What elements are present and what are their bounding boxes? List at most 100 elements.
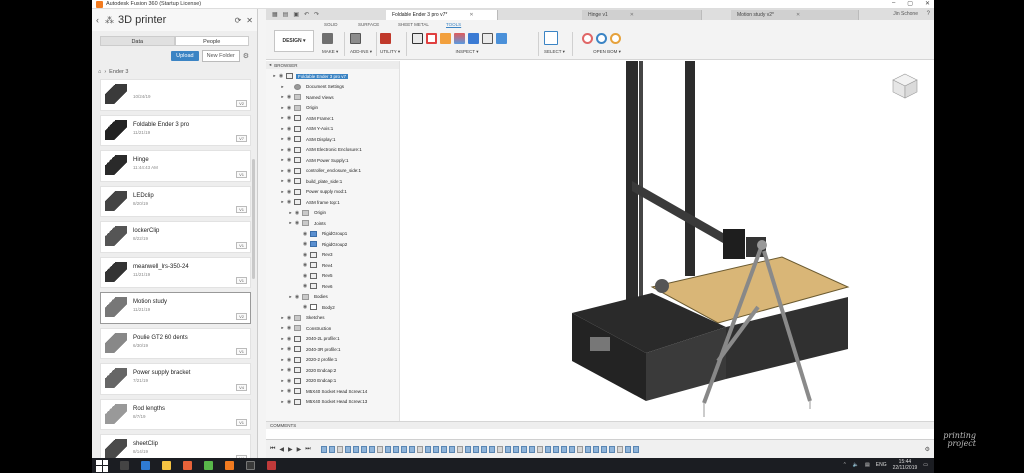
browser-node[interactable]: ◉ RigidGroup1 xyxy=(296,229,349,240)
browser-node[interactable]: ◉ Rev6 xyxy=(296,281,335,292)
visibility-eye-icon[interactable]: ◉ xyxy=(285,136,293,142)
workspace-switcher[interactable]: DESIGN ▾ xyxy=(274,30,314,52)
undo-icon[interactable]: ↶ xyxy=(304,11,309,18)
visibility-eye-icon[interactable]: ◉ xyxy=(293,210,301,216)
visibility-eye-icon[interactable]: ◉ xyxy=(285,115,293,121)
browser-node[interactable]: ▸ ◉ Joints xyxy=(288,218,328,229)
tab-solid[interactable]: SOLID xyxy=(324,22,338,27)
timeline-feature[interactable] xyxy=(608,445,615,453)
measure-icon[interactable] xyxy=(412,32,423,44)
gear-icon[interactable]: ⚙ xyxy=(243,52,249,60)
browser-node[interactable]: ▸ ◉ ASM Display:1 xyxy=(280,134,338,145)
addins-group[interactable]: ADD-INS ▾ xyxy=(350,30,372,58)
file-card[interactable]: Hinge 11:44:43 AM V1 xyxy=(100,150,251,182)
comments-panel[interactable]: COMMENTS xyxy=(266,421,934,429)
visibility-eye-icon[interactable]: ◉ xyxy=(285,199,293,205)
timeline-feature[interactable] xyxy=(376,445,383,453)
version-badge[interactable]: V4 xyxy=(236,383,247,391)
timeline-settings-icon[interactable]: ⚙ xyxy=(925,446,930,453)
breadcrumb-folder[interactable]: Ender 3 xyxy=(109,69,128,75)
visibility-eye-icon[interactable]: ◉ xyxy=(301,262,309,268)
browser-node[interactable]: ▸ ◉ ASM frame top:1 xyxy=(280,197,342,208)
bom-icon[interactable] xyxy=(582,32,593,44)
timeline-feature[interactable] xyxy=(632,445,639,453)
visibility-eye-icon[interactable]: ◉ xyxy=(285,346,293,352)
3d-print-icon[interactable] xyxy=(322,32,333,44)
visibility-eye-icon[interactable]: ◉ xyxy=(277,73,285,79)
timeline-feature[interactable] xyxy=(512,445,519,453)
timeline-feature[interactable] xyxy=(544,445,551,453)
file-card[interactable]: Motion study 11/21/19 V2 xyxy=(100,292,251,324)
timeline-feature[interactable] xyxy=(568,445,575,453)
back-icon[interactable]: ‹ xyxy=(96,15,99,25)
language-indicator[interactable]: ENG xyxy=(876,462,887,468)
rewind-icon[interactable]: ⏮ xyxy=(270,446,275,453)
timeline-feature[interactable] xyxy=(320,445,327,453)
browser-node[interactable]: ▸ ◉ controller_enclosure_side:1 xyxy=(280,166,363,177)
timeline-feature[interactable] xyxy=(456,445,463,453)
version-badge[interactable]: V1 xyxy=(236,277,247,284)
browser-node[interactable]: ▸ ◉ 2040-3R profile:1 xyxy=(280,344,343,355)
draft-analysis-icon[interactable] xyxy=(468,32,479,44)
visibility-eye-icon[interactable]: ◉ xyxy=(293,294,301,300)
interference-icon[interactable] xyxy=(426,32,437,44)
upload-button[interactable]: Upload xyxy=(171,51,199,61)
notifications-icon[interactable]: ▭ xyxy=(923,462,928,468)
select-group[interactable]: SELECT ▾ xyxy=(544,30,565,58)
save-icon[interactable]: ▣ xyxy=(293,11,299,18)
file-card[interactable]: Power supply bracket 7/21/19 V4 xyxy=(100,363,251,395)
visibility-eye-icon[interactable]: ◉ xyxy=(285,399,293,405)
file-card[interactable]: meanwell_lrs-350-24 11/21/19 V1 xyxy=(100,256,251,288)
minimize-button[interactable]: – xyxy=(892,0,895,7)
timeline-feature[interactable] xyxy=(520,445,527,453)
timeline-feature[interactable] xyxy=(400,445,407,453)
timeline-feature[interactable] xyxy=(528,445,535,453)
visibility-eye-icon[interactable]: ◉ xyxy=(301,273,309,279)
browser-node[interactable]: ▸ ◉ ASM Y-Axis:1 xyxy=(280,124,335,135)
browser-node[interactable]: ▸ ◉ Power supply mod:1 xyxy=(280,187,349,198)
browser-node[interactable]: ▸ ◉ ASM Power Supply:1 xyxy=(280,155,351,166)
timeline-feature[interactable] xyxy=(424,445,431,453)
version-badge[interactable]: V7 xyxy=(236,135,247,142)
visibility-eye-icon[interactable]: ◉ xyxy=(285,147,293,153)
tab-motion-study[interactable]: Motion study v2* ✕ xyxy=(731,10,859,20)
browser-node[interactable]: ▸ ◉ Sketches xyxy=(280,313,327,324)
file-card[interactable]: lockerClip 8/22/19 V1 xyxy=(100,221,251,253)
visibility-eye-icon[interactable]: ◉ xyxy=(301,241,309,247)
visibility-eye-icon[interactable]: ◉ xyxy=(285,315,293,321)
browser-node[interactable]: ▸ ◉ M5X40 Socket Head Screw:14 xyxy=(280,386,369,397)
visibility-eye-icon[interactable]: ◉ xyxy=(285,388,293,394)
timeline-feature[interactable] xyxy=(584,445,591,453)
visibility-eye-icon[interactable]: ◉ xyxy=(285,105,293,111)
utility-group[interactable]: UTILITY ▾ xyxy=(380,30,400,58)
file-list-scrollbar[interactable] xyxy=(252,159,255,279)
start-button[interactable] xyxy=(96,459,108,472)
file-menu-icon[interactable]: ▤ xyxy=(283,11,289,18)
version-badge[interactable]: V1 xyxy=(236,419,247,426)
curvature-comb-icon[interactable] xyxy=(440,32,451,44)
bom-export-icon[interactable] xyxy=(596,32,607,44)
search-icon[interactable] xyxy=(120,461,129,470)
timeline-feature[interactable] xyxy=(576,445,583,453)
explorer-icon[interactable] xyxy=(162,461,171,470)
visibility-eye-icon[interactable]: ◉ xyxy=(285,126,293,132)
version-badge[interactable]: V1 xyxy=(236,348,247,355)
visibility-eye-icon[interactable]: ◉ xyxy=(301,304,309,310)
edge-icon[interactable] xyxy=(141,461,150,470)
file-card[interactable]: Rod lengths 8/7/19 V1 xyxy=(100,398,251,430)
expand-icon[interactable]: ▸ xyxy=(280,84,285,90)
home-icon[interactable]: ⌂ xyxy=(98,69,101,75)
timeline-feature[interactable] xyxy=(624,445,631,453)
visibility-eye-icon[interactable]: ◉ xyxy=(285,357,293,363)
timeline-feature[interactable] xyxy=(488,445,495,453)
timeline-feature[interactable] xyxy=(368,445,375,453)
tab-foldable-ender[interactable]: Foldable Ender 3 pro v7* ✕ xyxy=(386,10,498,20)
close-button[interactable]: ✕ xyxy=(925,0,930,7)
timeline-feature[interactable] xyxy=(464,445,471,453)
close-tab-icon[interactable]: ✕ xyxy=(796,12,800,18)
timeline-feature[interactable] xyxy=(472,445,479,453)
browser-node[interactable]: ◉ Rev4 xyxy=(296,260,335,271)
visibility-eye-icon[interactable]: ◉ xyxy=(285,378,293,384)
version-badge[interactable]: V1 xyxy=(236,241,247,249)
timeline-feature[interactable] xyxy=(552,445,559,453)
